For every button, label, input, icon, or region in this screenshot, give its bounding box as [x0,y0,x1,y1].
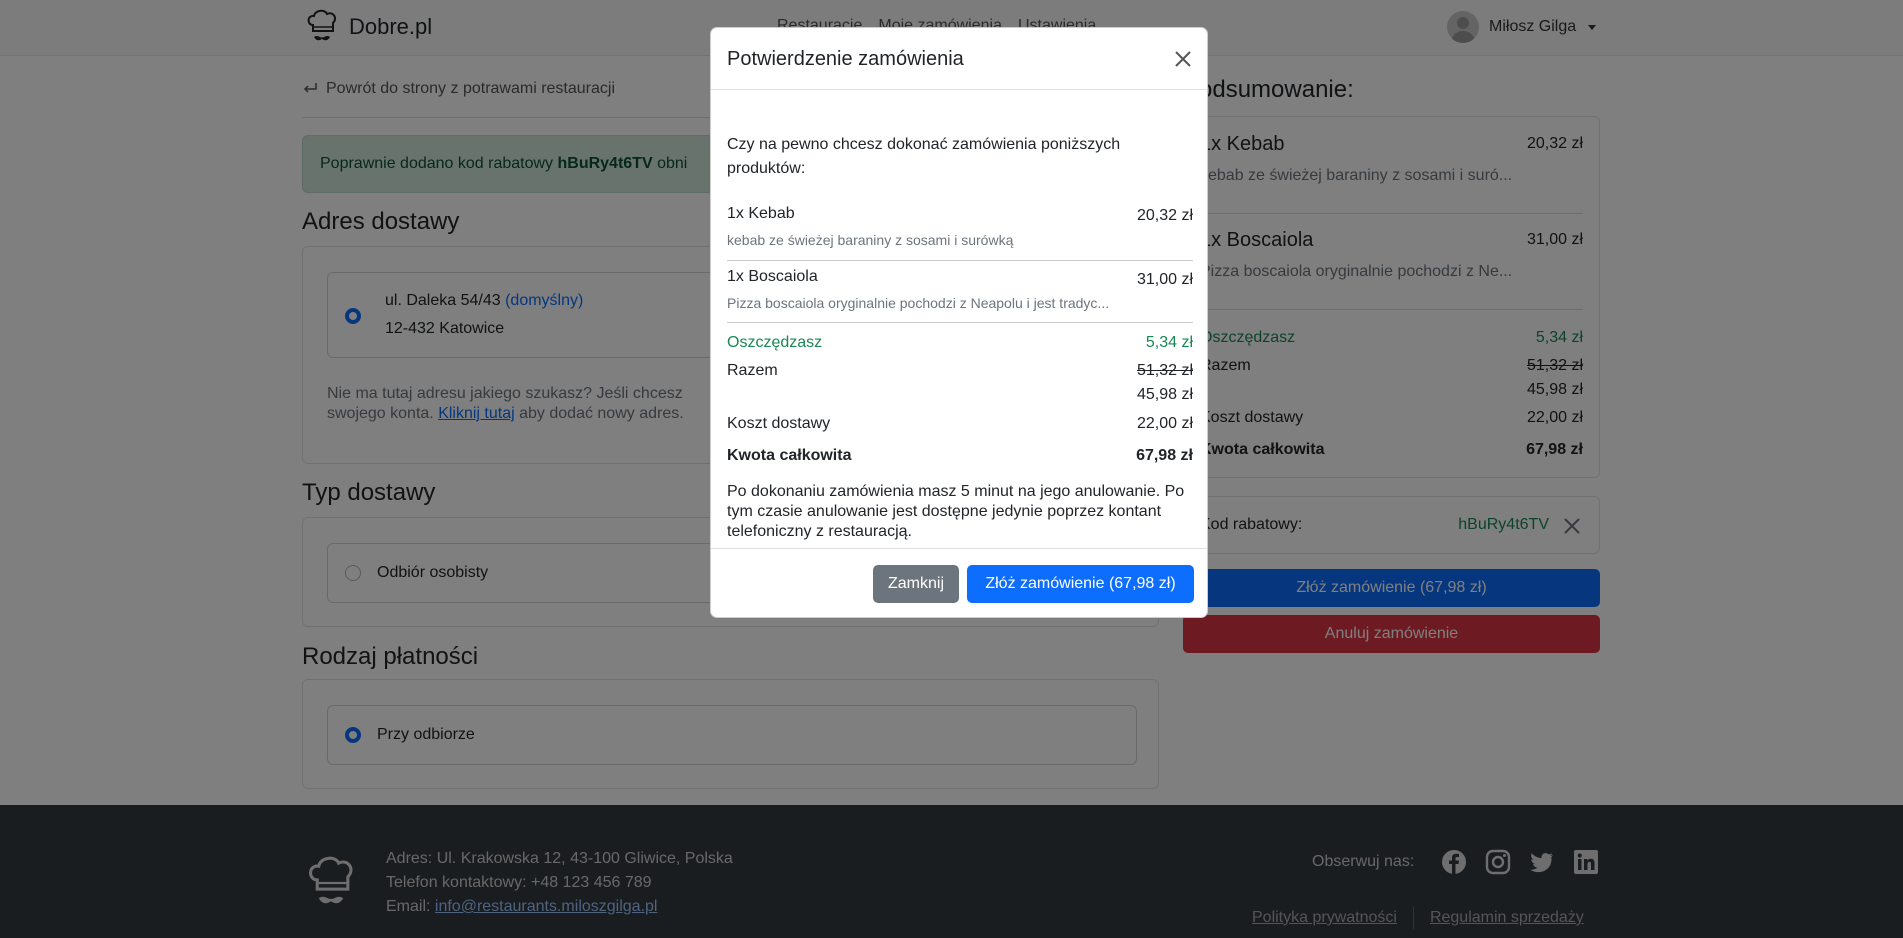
modal-item-name: 1x Kebab [727,205,795,222]
modal-total-label: Razem [727,362,778,379]
modal-savings-label: Oszczędzasz [727,334,823,351]
divider [727,322,1193,323]
modal-total-new: 45,98 zł [1136,386,1193,403]
modal-item-price: 31,00 zł [1136,271,1193,288]
modal-title: Potwierdzenie zamówienia [727,48,964,70]
close-button[interactable]: Zamknij [873,565,959,603]
modal-delivery-value: 22,00 zł [1136,415,1193,432]
modal-question: Czy na pewno chcesz dokonać zamówienia p… [727,136,1121,177]
modal-grand-label: Kwota całkowita [727,447,852,464]
modal-note: Po dokonaniu zamówienia masz 5 minut na … [727,483,1185,540]
modal-footer: Zamknij Złóż zamówienie (67,98 zł) [711,548,1207,619]
modal-item-desc: Pizza boscaiola oryginalnie pochodzi z N… [727,295,1110,311]
modal-header: Potwierdzenie zamówienia [711,28,1207,90]
confirm-order-button[interactable]: Złóż zamówienie (67,98 zł) [967,565,1194,603]
modal-grand-value: 67,98 zł [1136,447,1193,464]
modal-item-price: 20,32 zł [1136,207,1193,224]
modal-total-old: 51,32 zł [1136,362,1193,379]
confirm-order-modal: Potwierdzenie zamówienia Czy na pewno ch… [710,27,1208,618]
close-icon[interactable] [1173,49,1193,69]
modal-delivery-label: Koszt dostawy [727,415,831,432]
modal-item-name: 1x Boscaiola [727,268,818,285]
modal-item-desc: kebab ze świeżej baraniny z sosami i sur… [727,232,1014,248]
modal-savings-value: 5,34 zł [1145,334,1193,351]
divider [727,260,1193,261]
